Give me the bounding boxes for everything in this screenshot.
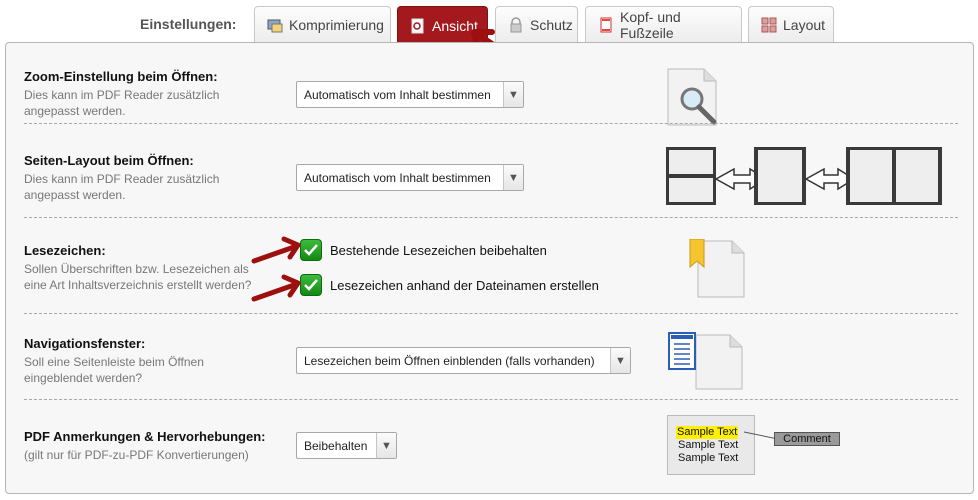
zoom-desc: Dies kann im PDF Reader zusätzlich angep… [24,88,220,118]
chevron-down-icon[interactable]: ▼ [376,433,396,458]
sample-line: Sample Text [678,452,739,464]
page-layout-illustration-icon [666,147,942,205]
check-icon [304,279,318,291]
header-footer-icon [598,17,614,33]
annotation-arrow-checkbox-2 [251,274,301,302]
zoom-select[interactable]: Automatisch vom Inhalt bestimmen ▼ [296,81,524,108]
separator [24,313,958,314]
filename-bookmarks-label: Lesezeichen anhand der Dateinamen erstel… [330,277,599,293]
comment-box: Comment [774,432,840,446]
navigation-pane-illustration-icon [668,332,743,390]
nav-pane-select[interactable]: Lesezeichen beim Öffnen einblenden (fall… [296,347,631,374]
bookmark-illustration-icon [689,239,745,298]
keep-bookmarks-option[interactable]: Bestehende Lesezeichen beibehalten [300,239,547,261]
nav-desc: Soll eine Seitenleiste beim Öffnen einge… [24,355,204,385]
annotations-desc: (gilt nur für PDF-zu-PDF Konvertierungen… [24,448,249,462]
sample-text-block: Sample Text Sample Text Sample Text [676,426,739,465]
separator [24,399,958,400]
annotation-sample-illustration: Sample Text Sample Text Sample Text [667,415,755,475]
tab-komprimierung[interactable]: Komprimierung [254,6,391,43]
keep-bookmarks-label: Bestehende Lesezeichen beibehalten [330,242,547,258]
settings-label: Einstellungen: [140,16,237,32]
separator [24,123,958,124]
layout-desc: Dies kann im PDF Reader zusätzlich angep… [24,172,220,202]
check-icon [304,244,318,256]
tab-kopf-fusszeile[interactable]: Kopf- und Fußzeile [585,6,742,43]
ansicht-panel: Zoom-Einstellung beim Öffnen: Dies kann … [5,42,974,494]
chevron-down-icon[interactable]: ▼ [610,348,630,373]
annotations-select[interactable]: Beibehalten ▼ [296,432,397,459]
bookmarks-desc: Sollen Überschriften bzw. Lesezeichen al… [24,262,252,292]
tab-layout[interactable]: Layout [748,6,834,43]
view-icon [410,18,426,34]
chevron-down-icon[interactable]: ▼ [503,165,523,190]
annotation-arrow-checkbox-1 [251,236,301,264]
filename-bookmarks-option[interactable]: Lesezeichen anhand der Dateinamen erstel… [300,274,599,296]
chevron-down-icon[interactable]: ▼ [503,82,523,107]
highlighted-sample: Sample Text [676,426,739,439]
separator [24,217,958,218]
layout-icon [761,17,777,33]
comment-connector [744,431,778,440]
sample-line: Sample Text [678,439,739,451]
zoom-illustration-icon [667,68,717,126]
compress-icon [267,17,283,33]
page-layout-select[interactable]: Automatisch vom Inhalt bestimmen ▼ [296,164,524,191]
